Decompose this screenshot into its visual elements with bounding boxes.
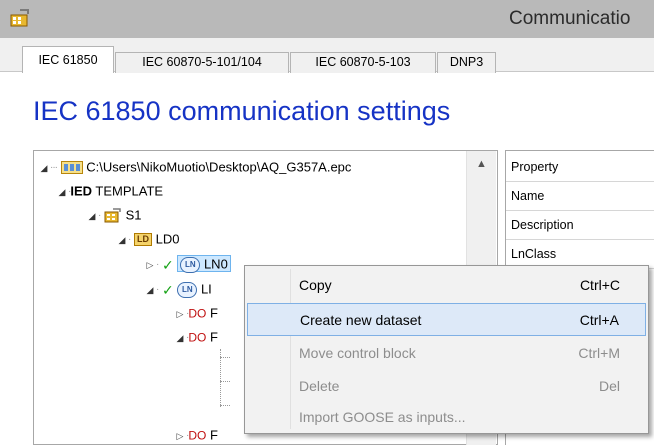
context-menu: Copy Ctrl+C Create new dataset Ctrl+A Mo… bbox=[244, 265, 649, 434]
protocol-tabs: IEC 61850 IEC 60870-5-101/104 IEC 60870-… bbox=[0, 38, 654, 73]
tab-iec-60870-5-101-104[interactable]: IEC 60870-5-101/104 bbox=[115, 52, 289, 73]
checkmark-icon: ✓ bbox=[161, 256, 174, 273]
file-icon bbox=[60, 161, 83, 175]
tree-node-do[interactable]: ▷ ·DO F bbox=[174, 427, 218, 443]
collapse-icon[interactable]: ◢ bbox=[56, 184, 68, 200]
tree-do-label: F bbox=[209, 427, 218, 443]
tree-server-label: S1 bbox=[125, 207, 142, 223]
tree-file-path: C:\Users\NikoMuotio\Desktop\AQ_G357A.epc bbox=[86, 159, 352, 175]
tree-node-do[interactable]: ◢ ·DO F bbox=[174, 329, 218, 345]
property-name[interactable]: Name bbox=[506, 182, 654, 211]
expand-icon[interactable]: ▷ bbox=[174, 428, 186, 444]
data-object-icon: DO bbox=[188, 330, 207, 345]
tree-do-label: F bbox=[209, 305, 218, 321]
logical-node-icon: LN bbox=[180, 256, 201, 273]
menu-item-import-goose[interactable]: Import GOOSE as inputs... bbox=[247, 401, 646, 434]
data-object-icon: DO bbox=[188, 428, 207, 443]
tree-do-label: F bbox=[209, 329, 218, 345]
tab-iec-60870-5-103[interactable]: IEC 60870-5-103 bbox=[290, 52, 436, 73]
tree-connector bbox=[220, 357, 230, 358]
window-title: Communicatio bbox=[509, 8, 631, 29]
menu-item-move-control-block[interactable]: Move control block Ctrl+M bbox=[247, 337, 646, 370]
ied-prefix: IED bbox=[70, 183, 93, 199]
scroll-up-icon[interactable]: ▲ bbox=[476, 158, 487, 170]
tree-ld-label: LD0 bbox=[155, 231, 180, 247]
checkmark-icon: ✓ bbox=[161, 281, 174, 298]
menu-item-create-new-dataset[interactable]: Create new dataset Ctrl+A bbox=[247, 303, 646, 336]
property-description[interactable]: Description bbox=[506, 211, 654, 240]
tree-node-ied[interactable]: ◢ ·IED TEMPLATE bbox=[56, 183, 164, 200]
logical-node-icon: LN bbox=[177, 281, 198, 298]
expand-icon[interactable]: ▷ bbox=[174, 306, 186, 322]
collapse-icon[interactable]: ◢ bbox=[86, 208, 98, 224]
logical-device-icon: LD bbox=[133, 233, 152, 247]
tree-connector bbox=[220, 381, 230, 382]
ied-name: TEMPLATE bbox=[92, 183, 164, 199]
collapse-icon[interactable]: ◢ bbox=[116, 232, 128, 248]
expand-icon[interactable]: ▷ bbox=[144, 257, 156, 273]
tree-node-ld0[interactable]: ◢ · LD LD0 bbox=[116, 231, 180, 248]
server-icon bbox=[104, 208, 121, 223]
title-bar: Communicatio bbox=[0, 0, 654, 38]
tree-node-server[interactable]: ◢ · S1 bbox=[86, 207, 142, 223]
app-icon bbox=[10, 9, 29, 27]
collapse-icon[interactable]: ◢ bbox=[174, 330, 186, 346]
tab-dnp3[interactable]: DNP3 bbox=[437, 52, 496, 73]
page-title: IEC 61850 communication settings bbox=[33, 96, 451, 126]
tree-node-ln0[interactable]: ▷ · ✓ LN LN0 bbox=[144, 255, 231, 273]
tree-node-ln[interactable]: ◢ · ✓ LN LI bbox=[144, 281, 212, 298]
tree-ln0-label: LN0 bbox=[203, 256, 228, 272]
menu-item-copy[interactable]: Copy Ctrl+C bbox=[247, 269, 646, 302]
tree-connector bbox=[220, 405, 230, 406]
data-object-icon: DO bbox=[188, 306, 207, 321]
tree-node-do[interactable]: ▷ ·DO F bbox=[174, 305, 218, 321]
collapse-icon[interactable]: ◢ bbox=[144, 282, 156, 298]
tree-ln-label: LI bbox=[200, 281, 212, 297]
tree-node-file[interactable]: ◢ ··· C:\Users\NikoMuotio\Desktop\AQ_G357… bbox=[38, 159, 352, 176]
tab-iec-61850[interactable]: IEC 61850 bbox=[22, 46, 114, 73]
collapse-icon[interactable]: ◢ bbox=[38, 160, 50, 176]
property-header: Property bbox=[506, 153, 654, 182]
menu-item-delete[interactable]: Delete Del bbox=[247, 370, 646, 403]
